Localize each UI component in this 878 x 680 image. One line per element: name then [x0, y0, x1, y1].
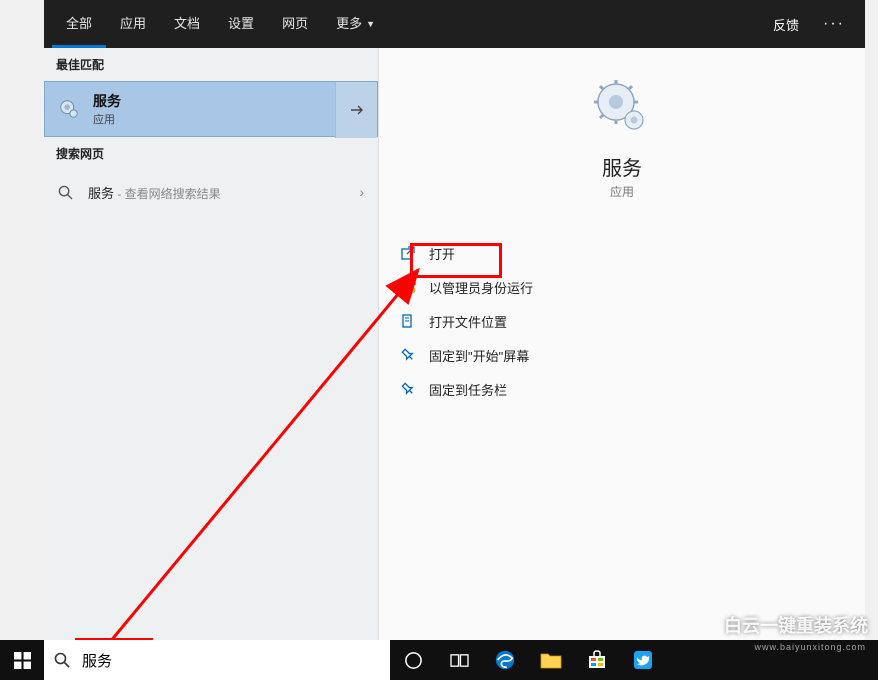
explorer-button[interactable] [528, 640, 574, 680]
action-admin-label: 以管理员身份运行 [429, 278, 533, 297]
details-right-column: 服务 应用 打开 以管理员身份运行 打开文件位置 固定到"开始"屏幕 [379, 48, 865, 640]
gear-icon [594, 80, 650, 136]
best-match-header: 最佳匹配 [44, 48, 378, 81]
web-search-result[interactable]: 服务 - 查看网络搜索结果 › [44, 170, 378, 214]
taskbar [0, 640, 878, 680]
app-button[interactable] [620, 640, 666, 680]
more-options-button[interactable]: ··· [811, 15, 857, 33]
admin-icon [399, 278, 417, 296]
pin-icon [399, 380, 417, 398]
taskview-icon [450, 652, 469, 669]
action-open[interactable]: 打开 [391, 236, 853, 270]
best-match-item[interactable]: 服务 应用 [44, 81, 378, 137]
tab-settings[interactable]: 设置 [214, 0, 268, 48]
search-icon [54, 652, 72, 668]
gear-icon [57, 97, 81, 121]
search-results-panel: 全部 应用 文档 设置 网页 更多 ▼ 反馈 ··· 最佳匹配 服务 应用 [44, 0, 865, 640]
chevron-right-icon: › [359, 184, 364, 200]
results-left-column: 最佳匹配 服务 应用 搜索网页 服务 - 查看网络搜索结 [44, 48, 379, 640]
taskbar-search-box[interactable] [44, 640, 390, 680]
filter-tabs-bar: 全部 应用 文档 设置 网页 更多 ▼ 反馈 ··· [44, 0, 865, 48]
expand-arrow-button[interactable] [335, 82, 377, 138]
tab-web[interactable]: 网页 [268, 0, 322, 48]
tab-more-label: 更多 [336, 0, 362, 48]
tab-docs[interactable]: 文档 [160, 0, 214, 48]
windows-icon [14, 652, 31, 669]
action-open-label: 打开 [429, 244, 455, 263]
web-search-header: 搜索网页 [44, 137, 378, 170]
web-result-text: 服务 - 查看网络搜索结果 [88, 183, 359, 202]
task-view-button[interactable] [436, 640, 482, 680]
edge-icon [494, 649, 516, 671]
pin-icon [399, 346, 417, 364]
store-button[interactable] [574, 640, 620, 680]
action-open-location[interactable]: 打开文件位置 [391, 304, 853, 338]
tab-apps[interactable]: 应用 [106, 0, 160, 48]
tab-all[interactable]: 全部 [52, 0, 106, 48]
app-name-label: 服务 [602, 152, 642, 181]
open-icon [399, 244, 417, 262]
cortana-button[interactable] [390, 640, 436, 680]
chevron-down-icon: ▼ [366, 0, 375, 48]
tab-more[interactable]: 更多 ▼ [322, 0, 389, 48]
action-location-label: 打开文件位置 [429, 312, 507, 331]
search-icon [58, 185, 76, 200]
start-button[interactable] [0, 640, 44, 680]
action-run-admin[interactable]: 以管理员身份运行 [391, 270, 853, 304]
app-icon [632, 649, 654, 671]
actions-list: 打开 以管理员身份运行 打开文件位置 固定到"开始"屏幕 固定到任务栏 [379, 236, 865, 406]
folder-icon [540, 651, 562, 669]
best-match-text: 服务 应用 [93, 91, 365, 127]
arrow-right-icon [349, 102, 365, 118]
action-pin-taskbar[interactable]: 固定到任务栏 [391, 372, 853, 406]
circle-icon [404, 651, 423, 670]
folder-icon [399, 312, 417, 330]
edge-button[interactable] [482, 640, 528, 680]
store-icon [587, 650, 607, 670]
app-large-icon [592, 78, 652, 138]
best-match-title: 服务 [93, 91, 365, 111]
best-match-subtitle: 应用 [93, 111, 365, 127]
web-hint-label: - 查看网络搜索结果 [114, 187, 221, 201]
web-query-label: 服务 [88, 186, 114, 201]
action-pin-start-label: 固定到"开始"屏幕 [429, 346, 529, 365]
watermark-url: www.baiyunxitong.com [754, 642, 866, 652]
search-input[interactable] [82, 640, 380, 680]
app-type-label: 应用 [610, 183, 634, 200]
action-pin-taskbar-label: 固定到任务栏 [429, 380, 507, 399]
action-pin-start[interactable]: 固定到"开始"屏幕 [391, 338, 853, 372]
panel-body: 最佳匹配 服务 应用 搜索网页 服务 - 查看网络搜索结 [44, 48, 865, 640]
taskbar-icons [390, 640, 666, 680]
feedback-button[interactable]: 反馈 [761, 15, 811, 34]
